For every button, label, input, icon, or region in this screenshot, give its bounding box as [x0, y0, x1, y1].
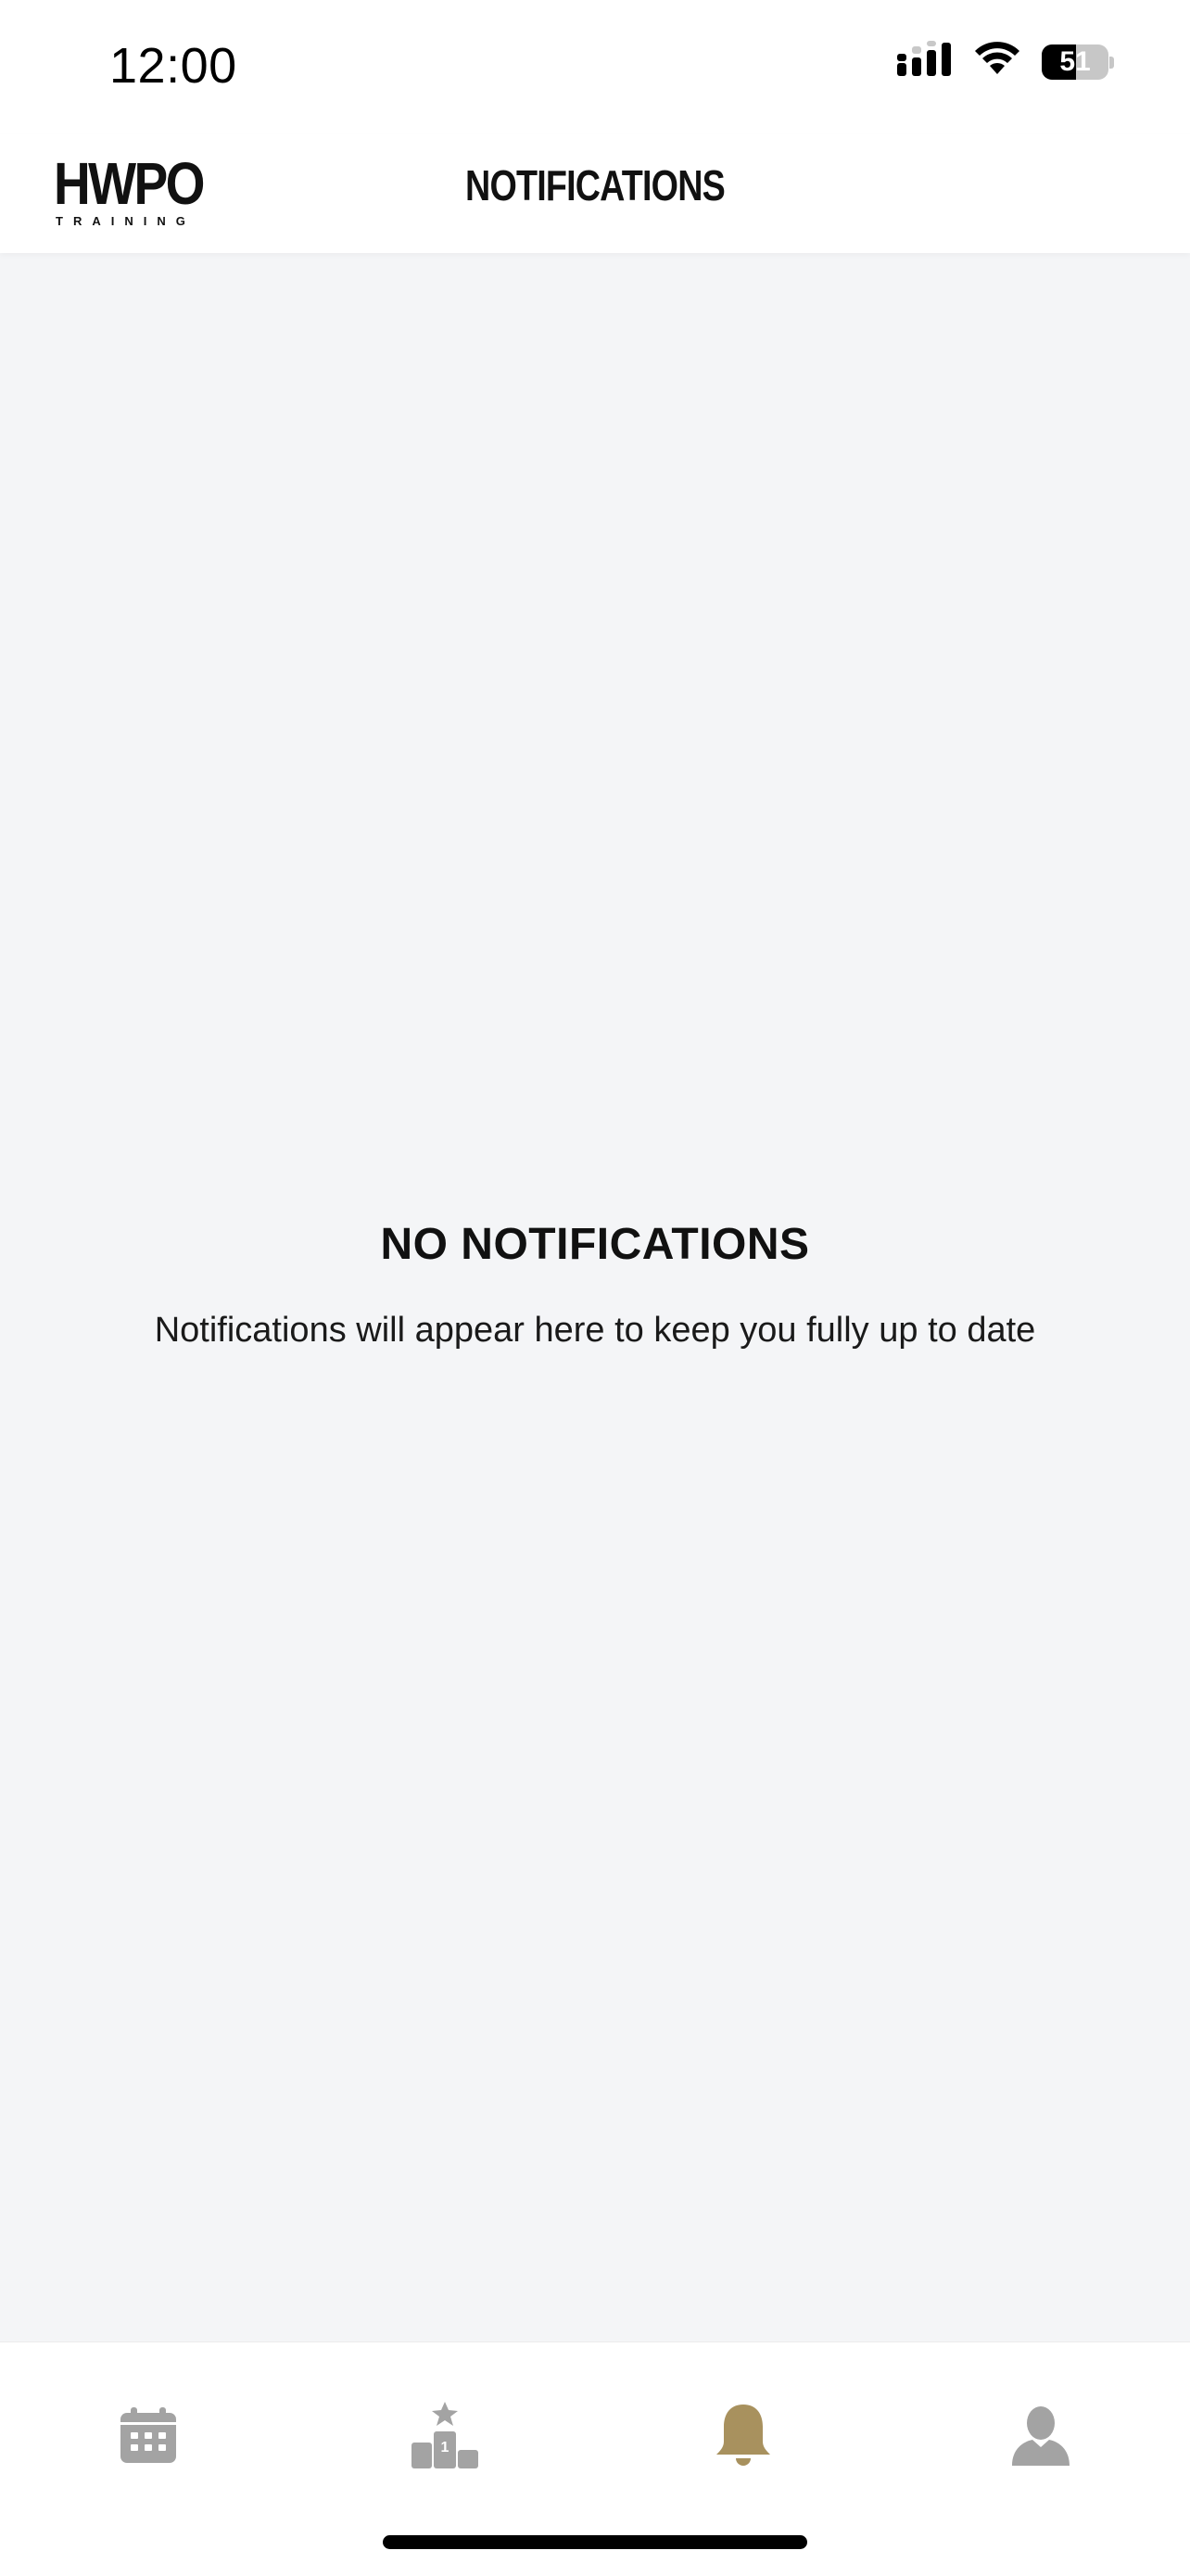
person-icon [1012, 2406, 1070, 2466]
battery-percent: 51 [1059, 45, 1091, 77]
podium-icon: 1 [411, 2402, 478, 2468]
bell-icon [716, 2405, 770, 2466]
tab-notifications[interactable] [688, 2379, 799, 2491]
empty-state-message: Notifications will appear here to keep y… [154, 1311, 1036, 1350]
app-header: HWPO TRAINING NOTIFICATIONS [0, 134, 1190, 253]
status-bar: 12:00 51 [0, 0, 1190, 134]
svg-text:1: 1 [441, 2440, 449, 2455]
empty-state: NO NOTIFICATIONS Notifications will appe… [0, 1219, 1190, 1351]
tab-calendar[interactable] [93, 2379, 204, 2491]
status-time: 12:00 [109, 38, 237, 94]
calendar-icon [120, 2407, 176, 2463]
home-indicator [383, 2535, 807, 2549]
status-icons: 51 [897, 41, 1114, 82]
cellular-signal-icon [897, 41, 953, 82]
tab-profile[interactable] [985, 2379, 1096, 2491]
wifi-icon [973, 41, 1021, 82]
page-title: NOTIFICATIONS [465, 161, 726, 209]
battery-icon: 51 [1042, 44, 1114, 80]
empty-state-title: NO NOTIFICATIONS [380, 1220, 810, 1269]
tab-leaderboard[interactable]: 1 [389, 2379, 500, 2491]
